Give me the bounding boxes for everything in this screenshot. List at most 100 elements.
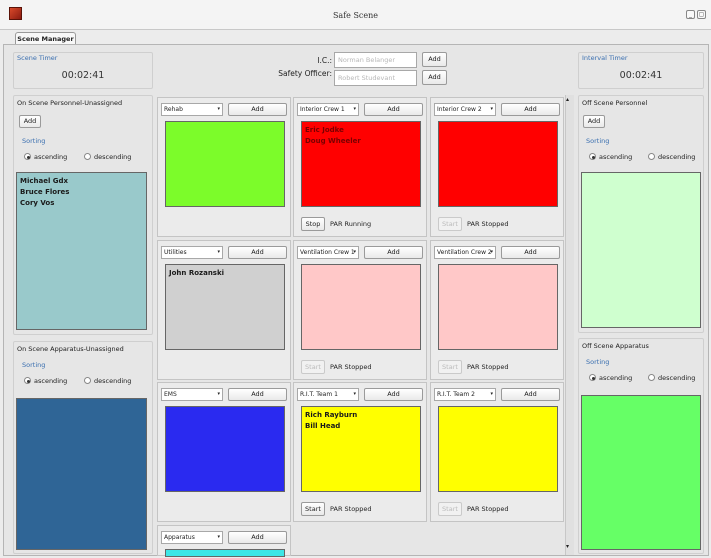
crew-grid-scrollbar[interactable] [565,95,574,555]
crew-members-list[interactable] [165,549,285,557]
sort-ascending-radio[interactable] [24,377,31,384]
crew-members-list[interactable] [438,264,558,350]
crew-name-select[interactable]: Apparatus ▾ [161,531,223,544]
sort-descending-label: descending [94,153,132,161]
list-item[interactable]: Eric Jodke [305,125,420,136]
off-scene-personnel-add-button[interactable]: Add [583,115,605,128]
crew-name-select[interactable]: Rehab ▾ [161,103,223,116]
sorting-label: Sorting [22,361,46,369]
chevron-down-icon: ▾ [217,106,220,112]
crew-add-button[interactable]: Add [228,246,287,259]
crew-members-list[interactable]: Rich Rayburn Bill Head [301,406,421,492]
unassigned-personnel-add-button[interactable]: Add [19,115,41,128]
list-item[interactable]: Doug Wheeler [305,136,420,147]
par-status: PAR Stopped [467,363,509,371]
safety-officer-field[interactable]: Robert Studevant [334,70,417,86]
crew-name-select[interactable]: Interior Crew 2 ▾ [434,103,496,116]
crew-name-select[interactable]: Interior Crew 1 ▾ [297,103,359,116]
crew-panel: R.I.T. Team 2 ▾ Add Start PAR Stopped [430,382,564,522]
ic-add-button[interactable]: Add [422,52,447,67]
sort-ascending-label: ascending [34,153,68,161]
list-item[interactable]: Cory Vos [20,198,146,209]
chevron-down-icon: ▾ [217,249,220,255]
crew-add-button[interactable]: Add [364,246,423,259]
crew-name-value: Utilities [164,249,187,256]
scene-timer-value: 00:02:41 [61,70,105,81]
par-start-button[interactable]: Start [301,502,325,516]
list-item[interactable]: Rich Rayburn [305,410,420,421]
crew-members-list[interactable] [165,121,285,207]
sort-ascending-radio[interactable] [589,374,596,381]
crew-add-button[interactable]: Add [364,388,423,401]
par-start-button[interactable]: Start [438,217,462,231]
crew-panel: Ventilation Crew 1 ▾ Add Start PAR Stopped [293,240,427,380]
list-item[interactable]: Michael Gdx [20,176,146,187]
scroll-down-arrow-icon[interactable]: ▾ [566,543,569,550]
unassigned-apparatus-list[interactable] [16,398,147,550]
par-start-button[interactable]: Start [438,502,462,516]
par-start-button[interactable]: Start [438,360,462,374]
sort-ascending-radio[interactable] [24,153,31,160]
par-status: PAR Running [330,220,372,228]
sort-ascending-label: ascending [599,153,633,161]
crew-name-select[interactable]: Ventilation Crew 2 ▾ [434,246,496,259]
chevron-down-icon: ▾ [490,391,493,397]
par-start-button[interactable]: Start [301,360,325,374]
chevron-down-icon: ▾ [490,106,493,112]
minimize-button[interactable]: _ [686,10,695,19]
list-item[interactable]: Bruce Flores [20,187,146,198]
sort-descending-radio[interactable] [84,377,91,384]
crew-name-select[interactable]: R.I.T. Team 1 ▾ [297,388,359,401]
off-scene-personnel-title: Off Scene Personnel [582,99,648,107]
sort-descending-label: descending [94,377,132,385]
crew-add-button[interactable]: Add [228,531,287,544]
off-scene-apparatus-list[interactable] [581,395,701,550]
par-stop-button[interactable]: Stop [301,217,325,231]
interval-timer-label: Interval Timer [582,54,628,62]
crew-name-select[interactable]: EMS ▾ [161,388,223,401]
crew-name-value: Interior Crew 2 [437,106,482,113]
crew-add-button[interactable]: Add [228,388,287,401]
crew-name-select[interactable]: Ventilation Crew 1 ▾ [297,246,359,259]
crew-name-value: Ventilation Crew 1 [300,249,355,256]
crew-members-list[interactable] [165,406,285,492]
crew-members-list[interactable]: Eric Jodke Doug Wheeler [301,121,421,207]
chevron-down-icon: ▾ [353,391,356,397]
crew-name-value: Interior Crew 1 [300,106,345,113]
crew-members-list[interactable] [438,121,558,207]
list-item[interactable]: Bill Head [305,421,420,432]
par-status: PAR Stopped [467,220,509,228]
crew-name-select[interactable]: R.I.T. Team 2 ▾ [434,388,496,401]
unassigned-personnel-title: On Scene Personnel-Unassigned [17,99,123,107]
crew-panel: Interior Crew 2 ▾ Add Start PAR Stopped [430,97,564,237]
ic-field[interactable]: Norman Belanger [334,52,417,68]
sort-descending-radio[interactable] [648,374,655,381]
crew-name-select[interactable]: Utilities ▾ [161,246,223,259]
crew-add-button[interactable]: Add [501,246,560,259]
sort-ascending-label: ascending [34,377,68,385]
ic-label: I.C.: [317,56,332,65]
crew-name-value: Apparatus [164,534,195,541]
scroll-up-arrow-icon[interactable]: ▴ [566,96,569,103]
unassigned-apparatus-title: On Scene Apparatus-Unassigned [17,345,124,353]
crew-members-list[interactable]: John Rozanski [165,264,285,350]
crew-add-button[interactable]: Add [501,103,560,116]
maximize-button[interactable]: ▢ [697,10,706,19]
crew-panel: Ventilation Crew 2 ▾ Add Start PAR Stopped [430,240,564,380]
sort-descending-radio[interactable] [84,153,91,160]
safety-officer-add-button[interactable]: Add [422,70,447,85]
crew-members-list[interactable] [438,406,558,492]
sort-ascending-radio[interactable] [589,153,596,160]
off-scene-personnel-list[interactable] [581,172,701,328]
crew-name-value: Ventilation Crew 2 [437,249,492,256]
unassigned-personnel-list[interactable]: Michael Gdx Bruce Flores Cory Vos [16,172,147,330]
list-item[interactable]: John Rozanski [169,268,284,279]
sort-descending-radio[interactable] [648,153,655,160]
scene-timer-label: Scene Timer [17,54,58,62]
chevron-down-icon: ▾ [490,249,493,255]
crew-add-button[interactable]: Add [501,388,560,401]
sort-descending-label: descending [658,374,696,382]
crew-members-list[interactable] [301,264,421,350]
crew-add-button[interactable]: Add [228,103,287,116]
crew-add-button[interactable]: Add [364,103,423,116]
